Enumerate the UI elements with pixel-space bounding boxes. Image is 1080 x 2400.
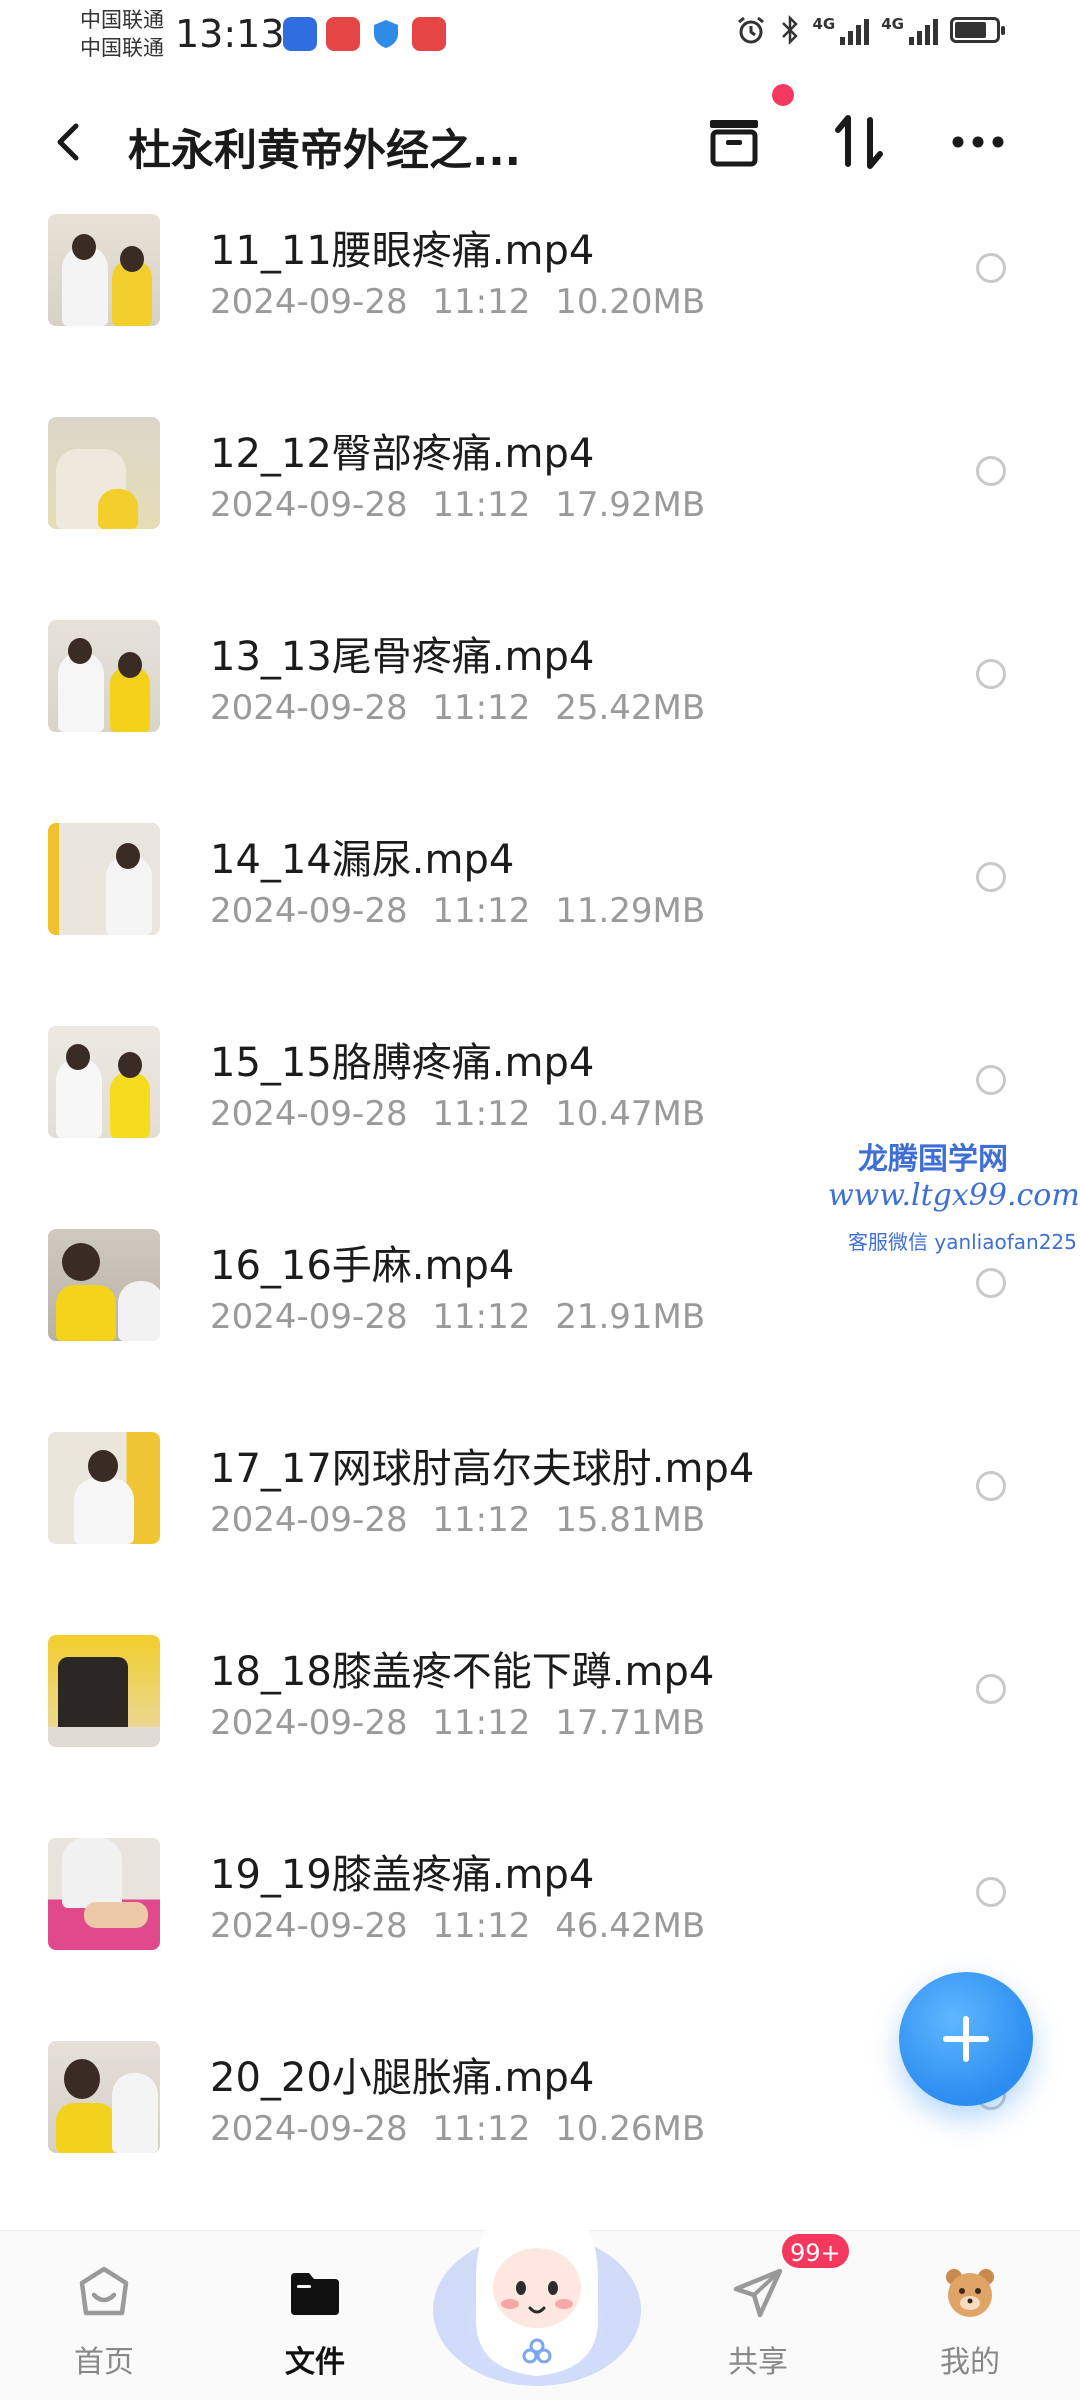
file-meta: 2024-09-28 11:12 17.71MB [210,1703,706,1743]
file-name: 17_17网球肘高尔夫球肘.mp4 [210,1446,755,1492]
page-title: 杜永利黄帝外经之... [128,126,522,176]
file-row[interactable]: 18_18膝盖疼不能下蹲.mp4 2024-09-28 11:12 17.71M… [0,1631,1080,1834]
file-meta: 2024-09-28 11:12 21.91MB [210,1297,706,1337]
nav-share-label: 共享 [728,2345,788,2380]
folder-icon [291,2273,339,2315]
video-thumbnail [48,2041,160,2153]
select-radio[interactable] [976,1877,1006,1907]
file-meta: 2024-09-28 11:12 11.29MB [210,891,706,931]
file-meta: 2024-09-28 11:12 15.81MB [210,1500,706,1540]
file-row[interactable]: 17_17网球肘高尔夫球肘.mp4 2024-09-28 11:12 15.81… [0,1428,1080,1631]
select-radio[interactable] [976,1674,1006,1704]
watermark-contact: 客服微信 yanliaofan225 [848,1230,1077,1254]
file-name: 15_15胳膊疼痛.mp4 [210,1040,595,1086]
alarm-icon [737,16,764,44]
add-button[interactable] [899,1972,1033,2106]
file-browser-screen: 中国联通 中国联通 13:13 4G 4G 杜永利黄帝外经之... 11_11腰… [0,0,1080,2400]
select-radio[interactable] [976,1471,1006,1501]
video-thumbnail [48,1026,160,1138]
more-dots-icon [952,136,1004,148]
file-name: 13_13尾骨疼痛.mp4 [210,634,595,680]
select-radio[interactable] [976,1268,1006,1298]
video-thumbnail [48,1635,160,1747]
nav-files-label: 文件 [285,2345,345,2380]
video-thumbnail [48,1838,160,1950]
nav-mine-label: 我的 [940,2345,1000,2380]
file-meta: 2024-09-28 11:12 10.26MB [210,2109,706,2149]
watermark-title: 龙腾国学网 [858,1142,1008,1177]
carrier-2: 中国联通 [80,36,164,60]
select-radio[interactable] [976,1065,1006,1095]
file-name: 19_19膝盖疼痛.mp4 [210,1852,595,1898]
file-name: 12_12臀部疼痛.mp4 [210,431,595,477]
signal-icon-1: 4G [813,15,870,45]
video-thumbnail [48,417,160,529]
select-radio[interactable] [976,659,1006,689]
file-row[interactable]: 14_14漏尿.mp4 2024-09-28 11:12 11.29MB [0,819,1080,1022]
nav-files[interactable]: 文件 [245,2231,385,2400]
home-icon [79,2266,129,2316]
plus-icon [943,2016,989,2062]
ai-assistant-mascot-button[interactable] [426,2170,648,2392]
watermark-url: www.ltgx99.com [828,1178,1080,1213]
file-name: 14_14漏尿.mp4 [210,837,515,883]
nav-home-label: 首页 [74,2345,134,2380]
battery-icon [950,17,1005,43]
file-meta: 2024-09-28 11:12 17.92MB [210,485,706,525]
mascot-icon [433,2200,641,2386]
chevron-left-icon [57,123,79,161]
video-thumbnail [48,214,160,326]
select-radio[interactable] [976,253,1006,283]
file-name: 20_20小腿胀痛.mp4 [210,2055,595,2101]
file-meta: 2024-09-28 11:12 25.42MB [210,688,706,728]
signal-icon-2: 4G [881,15,938,45]
share-count-badge: 99+ [780,2232,851,2270]
file-name: 11_11腰眼疼痛.mp4 [210,228,595,274]
file-meta: 2024-09-28 11:12 10.20MB [210,282,706,322]
file-row[interactable]: 16_16手麻.mp4 2024-09-28 11:12 21.91MB [0,1225,1080,1428]
carrier-info: 中国联通 中国联通 [80,6,164,62]
notification-dot [772,84,794,106]
back-button[interactable] [46,118,94,166]
huawei-notification-icon [326,17,360,51]
notification-icons [283,17,446,51]
archive-box-icon [710,120,758,167]
video-thumbnail [48,1432,160,1544]
archive-button[interactable] [700,108,768,176]
file-row[interactable]: 11_11腰眼疼痛.mp4 2024-09-28 11:12 10.20MB [0,210,1080,413]
sort-arrows-icon [835,115,883,169]
more-options-button[interactable] [944,108,1012,176]
select-radio[interactable] [976,862,1006,892]
file-row[interactable]: 12_12臀部疼痛.mp4 2024-09-28 11:12 17.92MB [0,413,1080,616]
video-thumbnail [48,823,160,935]
status-time: 13:13 [175,12,285,56]
huawei-notification-icon-2 [412,17,446,51]
file-name: 18_18膝盖疼不能下蹲.mp4 [210,1649,715,1695]
shield-icon [369,17,403,51]
bluetooth-icon [781,14,798,46]
nav-home[interactable]: 首页 [34,2231,174,2400]
file-meta: 2024-09-28 11:12 46.42MB [210,1906,706,1946]
file-name: 16_16手麻.mp4 [210,1243,515,1289]
system-icons: 4G 4G [735,14,1005,46]
sort-button[interactable] [826,108,894,176]
nav-mine[interactable]: 我的 [900,2231,1040,2400]
top-app-bar: 杜永利黄帝外经之... [0,72,1080,218]
file-row[interactable]: 13_13尾骨疼痛.mp4 2024-09-28 11:12 25.42MB [0,616,1080,819]
carrier-1: 中国联通 [80,8,164,32]
video-thumbnail [48,1229,160,1341]
file-meta: 2024-09-28 11:12 10.47MB [210,1094,706,1134]
video-thumbnail [48,620,160,732]
app-notification-icon [283,17,317,51]
status-bar: 中国联通 中国联通 13:13 4G 4G [0,0,1080,72]
paper-plane-icon [733,2268,783,2318]
bear-avatar-icon [946,2269,994,2317]
select-radio[interactable] [976,456,1006,486]
